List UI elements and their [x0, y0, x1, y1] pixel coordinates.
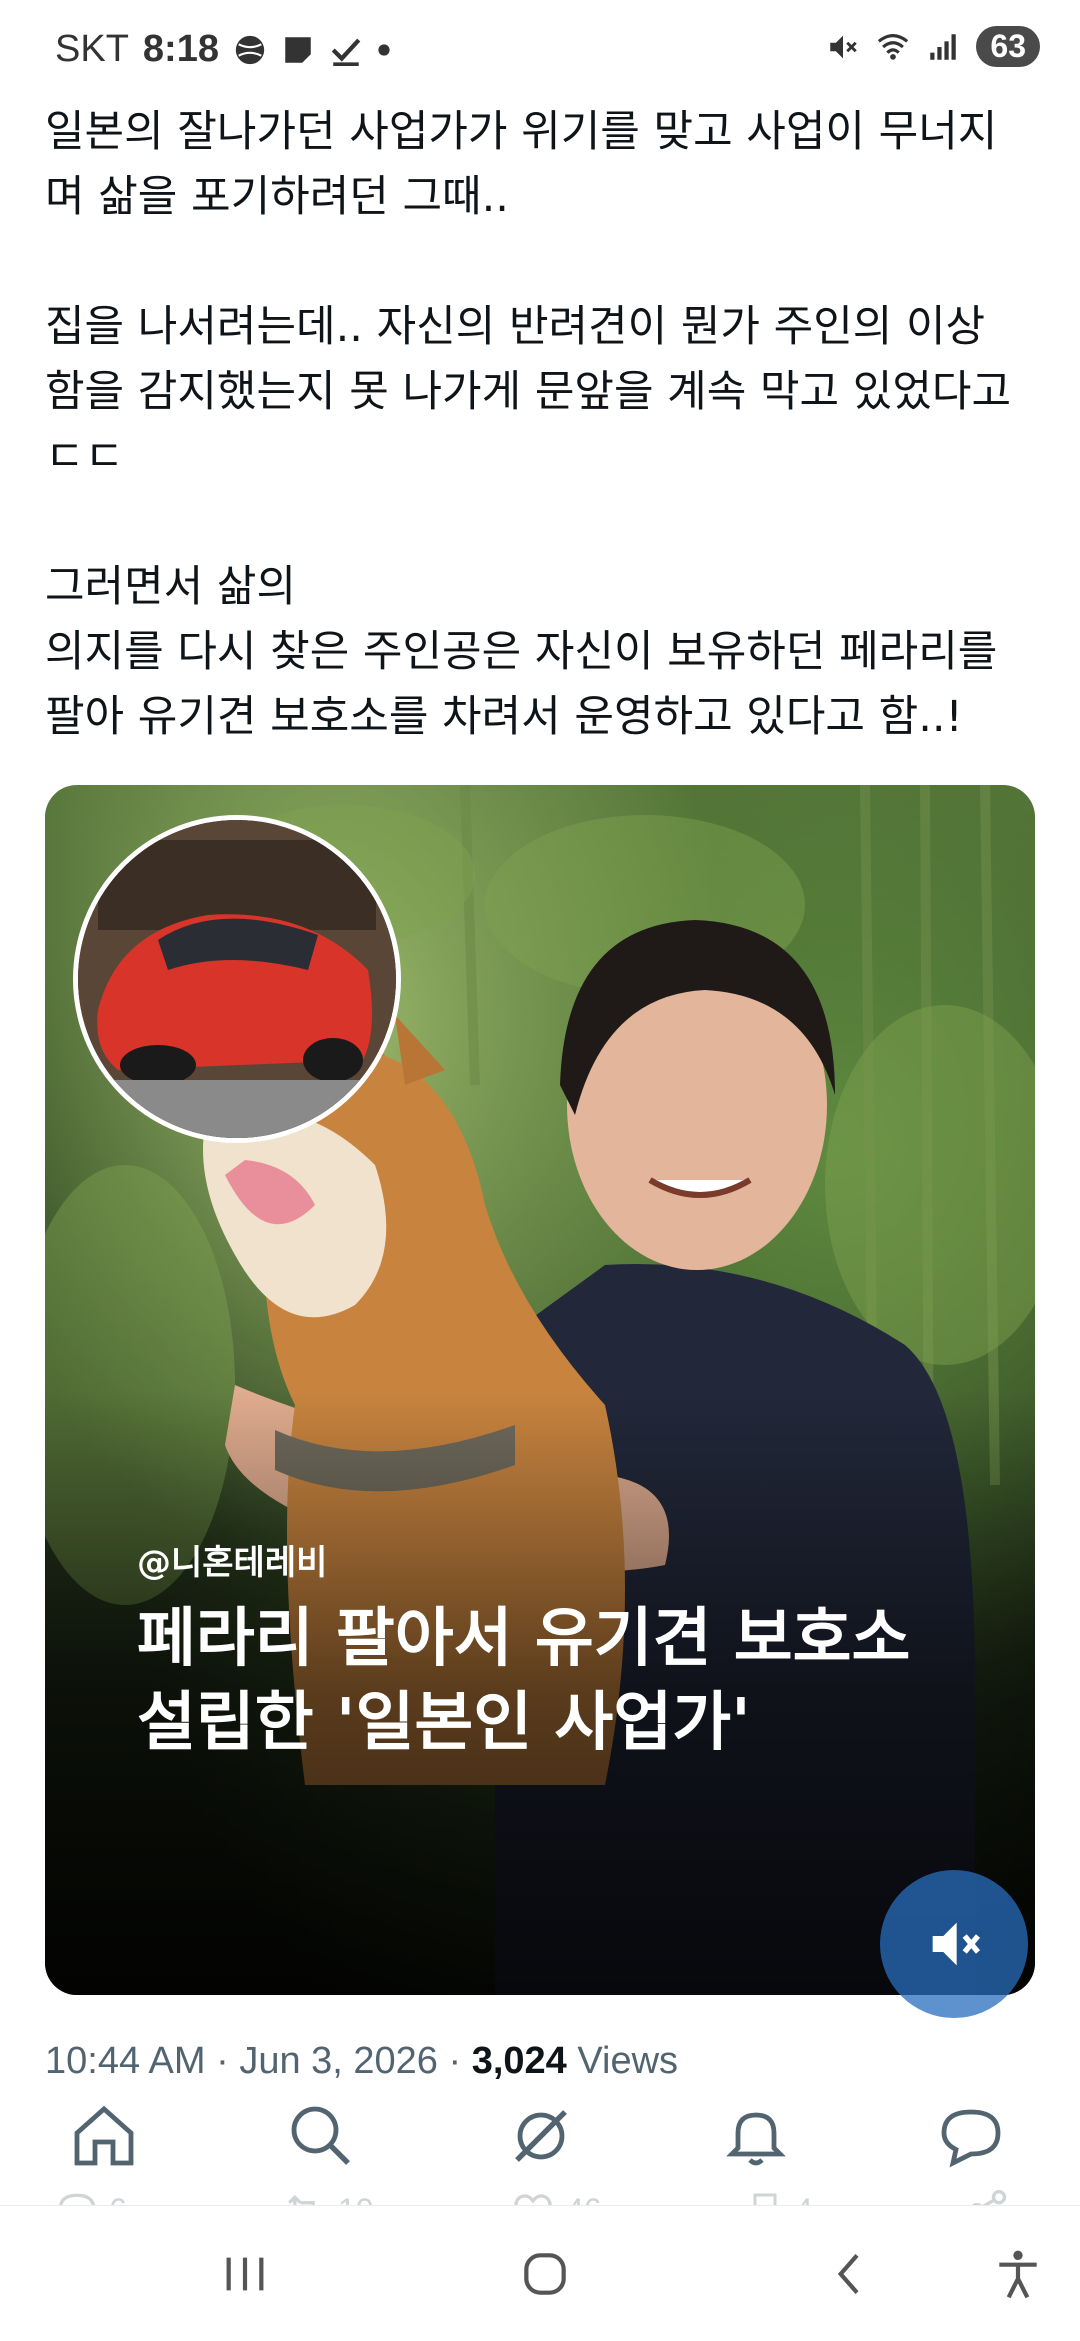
tab-search[interactable] — [285, 2100, 365, 2180]
clock: 8:18 — [142, 28, 219, 70]
bell-icon — [726, 2112, 786, 2166]
tweet-text: 일본의 잘나가던 사업가가 위기를 맞고 사업이 무너지 며 삶을 포기하려던 … — [45, 107, 1011, 742]
system-nav-bar — [0, 2205, 1080, 2341]
signal-icon — [930, 33, 957, 60]
tab-messages[interactable] — [935, 2100, 1015, 2180]
mute-icon — [830, 35, 858, 58]
ferrari-inset-photo — [73, 815, 401, 1143]
search-icon — [291, 2106, 350, 2165]
status-bar: SKT 8:18 63 — [0, 0, 1080, 100]
media-headline: 페라리 팔아서 유기견 보호소 설립한 '일본인 사업가' — [137, 1602, 911, 1760]
ball-icon — [235, 35, 265, 64]
tweet-meta: 10:44 AM · Jun 3, 2026 · 3,024 Views — [45, 2040, 678, 2083]
accessibility-button[interactable] — [990, 2246, 1046, 2306]
views-count: 3,024 — [471, 2040, 567, 2082]
message-icon — [941, 2109, 1001, 2168]
wifi-icon — [878, 33, 909, 60]
recent-apps-button[interactable] — [215, 2246, 275, 2306]
tab-notifications[interactable] — [720, 2100, 800, 2180]
tab-grok[interactable] — [505, 2100, 585, 2180]
home-circle-icon — [524, 2253, 566, 2295]
carrier-label: SKT — [55, 28, 129, 70]
video-mute-button[interactable] — [880, 1870, 1028, 2018]
tab-home[interactable] — [68, 2100, 148, 2180]
tweet-timestamp: 10:44 AM · Jun 3, 2026 · — [45, 2040, 472, 2082]
home-nav-button[interactable] — [515, 2246, 575, 2306]
back-button[interactable] — [820, 2246, 880, 2306]
tweet-media[interactable]: @니혼테레비 페라리 팔아서 유기견 보호소 설립한 '일본인 사업가' — [45, 785, 1035, 1995]
accessibility-icon — [999, 2250, 1037, 2299]
back-chevron-icon — [837, 2253, 859, 2295]
volume-off-icon — [932, 1922, 981, 1966]
media-source-handle: @니혼테레비 — [137, 1543, 328, 1583]
grok-icon — [515, 2110, 567, 2162]
check-icon — [331, 38, 361, 66]
recents-icon — [226, 2257, 264, 2291]
views-label: Views — [566, 2040, 679, 2082]
battery-level: 63 — [976, 26, 1040, 67]
home-icon — [74, 2105, 134, 2166]
notification-app-icon — [285, 36, 311, 63]
dot-icon — [378, 43, 390, 56]
bottom-tab-bar — [0, 2100, 1080, 2210]
ferrari-illustration — [78, 820, 396, 1138]
